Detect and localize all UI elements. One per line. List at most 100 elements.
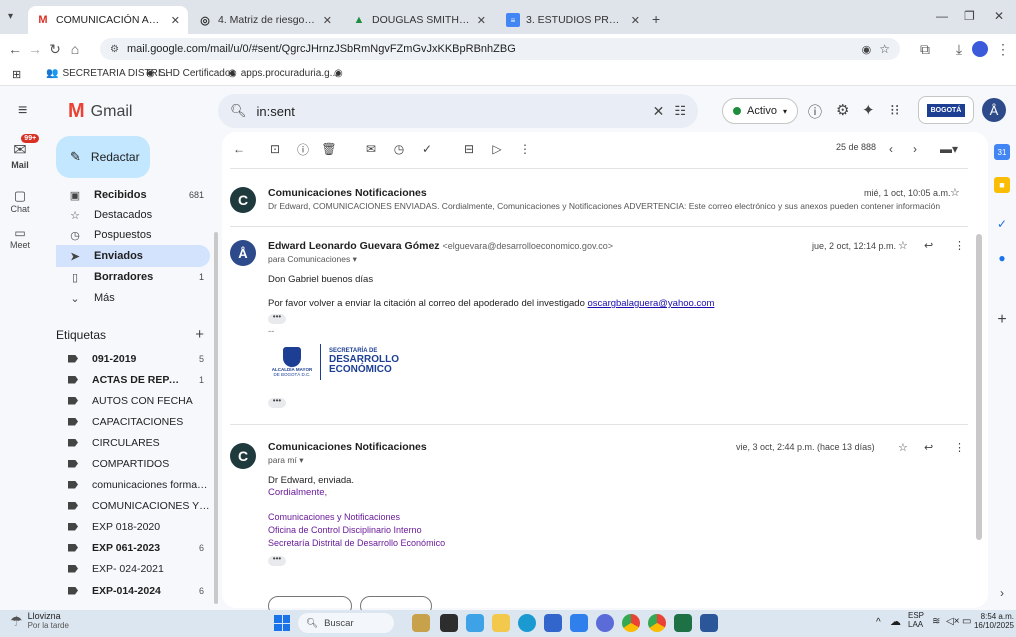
- taskbar-app-icon[interactable]: [440, 614, 458, 632]
- label-item[interactable]: comunicaciones formato...: [56, 474, 210, 495]
- keep-icon[interactable]: ■: [994, 177, 1010, 193]
- extensions-icon[interactable]: ⧉: [916, 40, 934, 58]
- search-icon[interactable]: 🔍︎: [230, 103, 247, 119]
- language-indicator[interactable]: ESP LAA: [908, 611, 924, 630]
- back-to-list-icon[interactable]: ←: [230, 140, 248, 158]
- globe-icon[interactable]: ◉: [334, 68, 343, 79]
- label-item[interactable]: ACTAS DE REPARTO 1: [56, 369, 210, 390]
- label-icon[interactable]: ▷: [488, 140, 506, 158]
- add-addon-icon[interactable]: +: [994, 311, 1010, 328]
- recipient-line[interactable]: para mí ▾: [268, 455, 303, 466]
- avatar[interactable]: Å: [230, 240, 256, 266]
- label-item[interactable]: AUTOS CON FECHA: [56, 390, 210, 411]
- tab-search-icon[interactable]: ▾: [8, 11, 13, 22]
- windows-start-icon[interactable]: [274, 615, 290, 631]
- label-item[interactable]: EXP-014-2024 6: [56, 580, 210, 601]
- star-icon[interactable]: ☆: [879, 42, 890, 56]
- battery-icon[interactable]: ▭: [962, 616, 971, 627]
- move-to-icon[interactable]: ⊟: [460, 140, 478, 158]
- close-icon[interactable]: ✕: [631, 14, 640, 27]
- sidebar-item-more[interactable]: ⌄ Más: [56, 287, 210, 309]
- rail-mail[interactable]: ✉ 99+ Mail: [0, 134, 40, 170]
- more-options-icon[interactable]: ⋮: [954, 239, 965, 252]
- label-item[interactable]: EXP 061-2023 6: [56, 537, 210, 558]
- sidebar-item-drafts[interactable]: ▯ Borradores 1: [56, 266, 210, 288]
- more-options-icon[interactable]: ⋮: [516, 140, 534, 158]
- tab-drive[interactable]: ▲ DOUGLAS SMITH CANO MORE ✕: [344, 6, 494, 34]
- snooze-icon[interactable]: ◷: [390, 140, 408, 158]
- tasks-icon[interactable]: ✓: [994, 216, 1010, 232]
- message-sender[interactable]: Comunicaciones Notificaciones: [268, 187, 427, 199]
- account-avatar[interactable]: Å: [982, 98, 1006, 122]
- label-item[interactable]: EXP- 024-2021: [56, 558, 210, 579]
- sidebar-item-sent[interactable]: ➤ Enviados: [56, 245, 210, 267]
- delete-icon[interactable]: 🗑︎: [320, 140, 338, 158]
- star-icon[interactable]: ☆: [898, 239, 908, 252]
- account-brand-badge[interactable]: BOGOTÁ: [918, 96, 974, 124]
- close-icon[interactable]: ✕: [323, 14, 332, 27]
- sidebar-item-starred[interactable]: ☆ Destacados: [56, 204, 210, 226]
- tab-gmail[interactable]: M COMUNICACIÓN AUTO DE PR ✕: [28, 6, 188, 34]
- star-icon[interactable]: ☆: [898, 441, 908, 454]
- contacts-icon[interactable]: ●: [994, 250, 1010, 266]
- compose-button[interactable]: ✎ Redactar: [56, 136, 150, 178]
- message-sender[interactable]: Comunicaciones Notificaciones: [268, 441, 427, 453]
- sidebar-item-inbox[interactable]: ▣ Recibidos 681: [56, 184, 210, 206]
- message-snippet[interactable]: Dr Edward, COMUNICACIONES ENVIADAS. Cord…: [268, 201, 952, 211]
- show-trimmed-button[interactable]: •••: [268, 555, 286, 566]
- expand-panel-icon[interactable]: ›: [994, 585, 1010, 601]
- sidebar-item-snoozed[interactable]: ◷ Pospuestos: [56, 224, 210, 246]
- avatar[interactable]: C: [230, 187, 256, 213]
- help-icon[interactable]: ⓘ: [808, 102, 822, 122]
- profile-avatar[interactable]: [972, 41, 988, 57]
- label-item[interactable]: COMPARTIDOS: [56, 453, 210, 474]
- minimize-button[interactable]: —: [936, 9, 948, 23]
- filter-options-icon[interactable]: ☷: [674, 103, 686, 119]
- close-icon[interactable]: ✕: [171, 14, 180, 27]
- avatar[interactable]: C: [230, 443, 256, 469]
- taskbar-app-icon[interactable]: [596, 614, 614, 632]
- bookmark-item[interactable]: ◉ SHD Certificados: [146, 68, 235, 79]
- newer-icon[interactable]: ‹: [882, 140, 900, 158]
- weather-widget[interactable]: ☂ Llovizna Por la tarde: [10, 611, 69, 631]
- add-label-icon[interactable]: +: [195, 326, 204, 343]
- sidebar-scrollbar[interactable]: [214, 232, 218, 604]
- main-menu-icon[interactable]: ≡: [18, 102, 27, 120]
- wifi-icon[interactable]: ≋: [932, 616, 940, 627]
- taskbar-search[interactable]: 🔍︎ Buscar: [298, 613, 394, 633]
- store-icon[interactable]: [544, 614, 562, 632]
- file-explorer-icon[interactable]: [492, 614, 510, 632]
- label-item[interactable]: COMUNICACIONES Y/O ...: [56, 495, 210, 516]
- add-task-icon[interactable]: ✓: [418, 140, 436, 158]
- taskbar-app-icon[interactable]: [570, 614, 588, 632]
- rail-meet[interactable]: ▭ Meet: [0, 226, 40, 250]
- close-window-button[interactable]: ✕: [994, 9, 1004, 23]
- volume-icon[interactable]: ◁×: [946, 616, 960, 627]
- apps-grid-icon[interactable]: ⁝⁝: [890, 101, 900, 119]
- calendar-icon[interactable]: 31: [994, 144, 1010, 160]
- search-bar[interactable]: 🔍︎ in:sent ✕ ☷: [218, 94, 698, 128]
- tray-chevron-icon[interactable]: ^: [876, 617, 881, 628]
- tray-app-icon[interactable]: ☁: [890, 615, 901, 628]
- label-item[interactable]: 091-2019 5: [56, 348, 210, 369]
- more-menu-icon[interactable]: ⋮: [994, 40, 1012, 58]
- site-settings-icon[interactable]: ⚙: [110, 44, 119, 55]
- message-sender[interactable]: Edward Leonardo Guevara Gómez <elguevara…: [268, 240, 613, 252]
- new-tab-button[interactable]: +: [652, 11, 660, 27]
- clear-search-icon[interactable]: ✕: [653, 103, 665, 120]
- main-scrollbar[interactable]: [976, 234, 982, 540]
- forward-icon[interactable]: →: [26, 40, 44, 58]
- back-icon[interactable]: ←: [6, 40, 24, 58]
- home-icon[interactable]: ⌂: [66, 40, 84, 58]
- show-trimmed-button[interactable]: •••: [268, 313, 286, 324]
- excel-icon[interactable]: [674, 614, 692, 632]
- label-item[interactable]: EXP 018-2020: [56, 516, 210, 537]
- recipient-line[interactable]: para Comunicaciones ▾: [268, 254, 357, 265]
- report-spam-icon[interactable]: ⓘ: [294, 140, 312, 158]
- input-tools-icon[interactable]: ▬▾: [934, 140, 964, 158]
- taskbar-app-icon[interactable]: [466, 614, 484, 632]
- tab-docs[interactable]: ≡ 3. ESTUDIOS PREVIOS FELIX M ✕: [498, 6, 648, 34]
- mark-unread-icon[interactable]: ✉: [362, 140, 380, 158]
- view-icon[interactable]: ◉: [862, 43, 872, 56]
- tab-pdf[interactable]: ◎ 4. Matriz de riesgos CPS (1).pdf ✕: [190, 6, 340, 34]
